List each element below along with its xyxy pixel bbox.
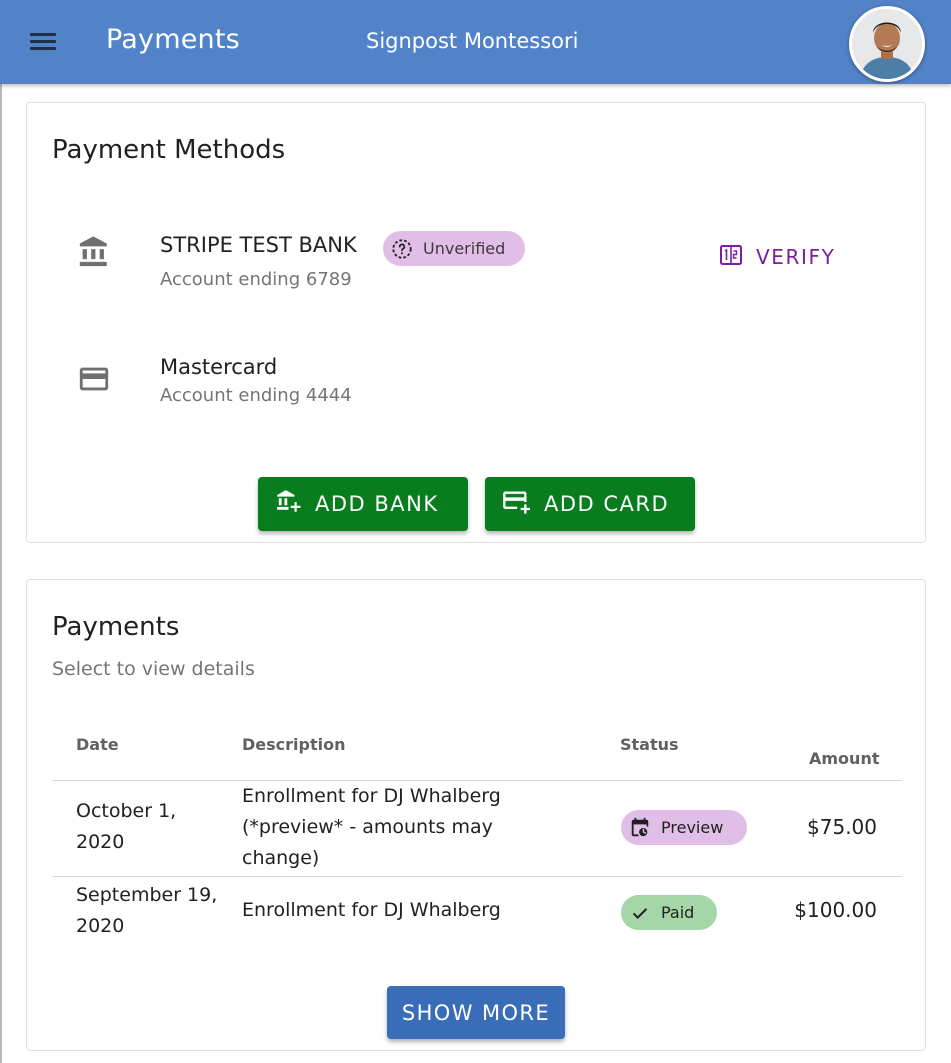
row-amount: $100.00: [794, 898, 877, 922]
verify-bank-button[interactable]: VERIFY: [719, 237, 859, 277]
column-header-date: Date: [76, 735, 119, 754]
user-avatar[interactable]: [849, 6, 925, 82]
add-card-label: ADD CARD: [544, 492, 670, 516]
unverified-status-chip: Unverified: [383, 231, 525, 266]
check-icon: [629, 902, 651, 924]
payment-methods-card: Payment Methods STRIPE TEST BANK Account…: [26, 102, 926, 543]
app-bar: Payments Signpost Montessori: [0, 0, 951, 84]
card-account-ending: Account ending 4444: [160, 385, 352, 406]
credit-card-icon: [77, 362, 111, 396]
paid-status-label: Paid: [661, 903, 695, 922]
school-name: Signpost Montessori: [366, 29, 579, 53]
dashed-help-circle-icon: [391, 238, 413, 260]
bank-icon: [77, 235, 111, 269]
preview-status-label: Preview: [661, 818, 724, 837]
row-date: September 19, 2020: [76, 884, 218, 937]
row-date: October 1, 2020: [76, 800, 177, 853]
menu-icon[interactable]: [22, 27, 64, 57]
row-description: Enrollment for DJ Whalberg (*preview* - …: [242, 785, 501, 869]
payments-card: Payments Select to view details Date Des…: [26, 579, 926, 1051]
payments-title: Payments: [52, 612, 180, 642]
table-row[interactable]: September 19, 2020 Enrollment for DJ Wha…: [52, 877, 902, 949]
app-title: Payments: [106, 24, 240, 55]
bank-account-ending: Account ending 6789: [160, 269, 352, 290]
add-card-icon: [502, 488, 530, 520]
calendar-clock-icon: [629, 817, 651, 839]
column-header-amount: Amount: [809, 749, 880, 768]
preview-status-chip: Preview: [621, 810, 747, 845]
window-edge: [0, 84, 2, 1063]
paid-status-chip: Paid: [621, 895, 717, 930]
payment-methods-title: Payment Methods: [52, 135, 286, 165]
unverified-status-label: Unverified: [423, 239, 506, 258]
bank-name: STRIPE TEST BANK: [160, 233, 357, 257]
add-card-button[interactable]: ADD CARD: [485, 477, 695, 531]
row-description: Enrollment for DJ Whalberg: [242, 899, 501, 921]
card-name: Mastercard: [160, 355, 278, 379]
column-header-description: Description: [242, 735, 346, 754]
verify-label: VERIFY: [756, 245, 836, 269]
table-row[interactable]: October 1, 2020 Enrollment for DJ Whalbe…: [52, 781, 902, 876]
payments-subtitle: Select to view details: [52, 658, 255, 680]
add-bank-icon: [275, 489, 301, 519]
show-more-button[interactable]: SHOW MORE: [387, 986, 565, 1039]
add-bank-label: ADD BANK: [315, 492, 439, 516]
dialpad-icon: [719, 243, 743, 271]
row-amount: $75.00: [807, 815, 877, 839]
column-header-status: Status: [620, 735, 679, 754]
add-bank-button[interactable]: ADD BANK: [258, 477, 468, 531]
